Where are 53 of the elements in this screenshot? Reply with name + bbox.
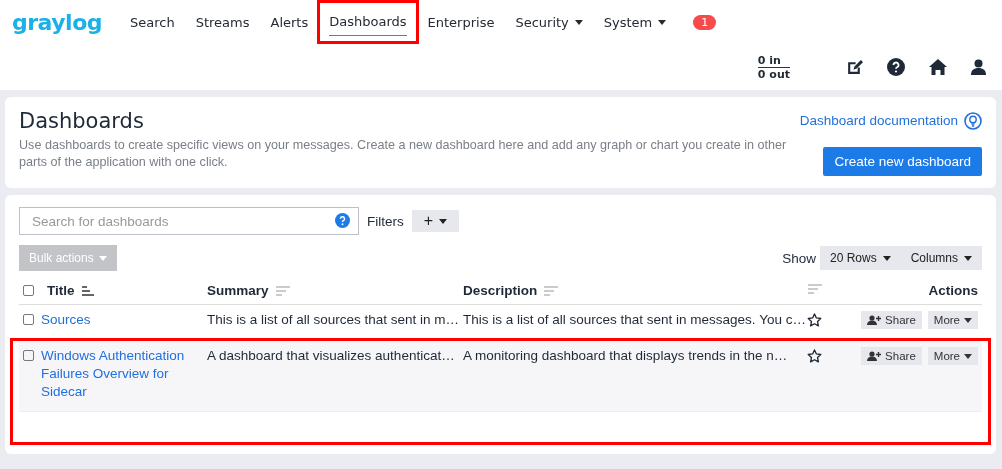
throughput-in: 0 in xyxy=(757,53,790,68)
add-filter-button[interactable]: + xyxy=(411,210,460,232)
nav-link[interactable]: Dashboards xyxy=(319,2,417,42)
select-all-checkbox[interactable] xyxy=(23,285,34,296)
table-row[interactable]: Windows Authentication Failures Overview for Sidecar A dashboard that visualizes authenticat… A monitoring dashboard that displays trends in the n… Share More xyxy=(19,341,982,412)
home-icon[interactable] xyxy=(929,59,947,75)
page-description: Use dashboards to create specific views on your messages. Create a new dashboard here and add any graph or chart you create in other parts of the application with one click. xyxy=(19,137,788,171)
nav-link[interactable]: Enterprise xyxy=(417,8,505,36)
create-dashboard-button[interactable]: Create new dashboard xyxy=(823,147,982,176)
nav-link[interactable]: System xyxy=(593,8,677,36)
caret-icon xyxy=(882,255,891,261)
lightbulb-icon xyxy=(964,112,982,130)
filters-label: Filters xyxy=(367,213,404,229)
caret-icon xyxy=(964,353,972,359)
dashboard-link[interactable]: Windows Authentication Failures Overview for Sidecar xyxy=(41,347,207,401)
more-button[interactable]: More xyxy=(927,311,978,329)
nav-link[interactable]: Alerts xyxy=(260,8,319,36)
column-header[interactable]: Description xyxy=(463,283,538,298)
row-checkbox[interactable] xyxy=(23,350,34,361)
row-checkbox[interactable] xyxy=(23,314,34,325)
help-icon[interactable] xyxy=(887,58,905,76)
caret-icon xyxy=(964,317,972,323)
nav-link[interactable]: Security xyxy=(505,8,593,36)
caret-icon xyxy=(439,218,448,224)
column-header: Actions xyxy=(928,283,978,298)
share-button[interactable]: Share xyxy=(861,347,922,365)
star-icon[interactable] xyxy=(807,349,822,363)
show-label: Show xyxy=(782,250,816,266)
nav-link[interactable]: Streams xyxy=(185,8,260,36)
star-icon[interactable] xyxy=(807,313,822,327)
more-button[interactable]: More xyxy=(927,347,978,365)
caret-icon xyxy=(964,255,972,261)
throughput-out: 0 out xyxy=(757,67,790,81)
column-header[interactable]: Title xyxy=(47,283,75,298)
dashboard-link[interactable]: Sources xyxy=(41,311,91,329)
edit-icon[interactable] xyxy=(846,58,863,76)
share-button[interactable]: Share xyxy=(861,311,922,329)
caret-icon xyxy=(98,255,107,261)
columns-button[interactable]: Columns xyxy=(900,246,982,270)
user-icon[interactable] xyxy=(971,59,986,75)
table-cell-text: A dashboard that visualizes authenticat… xyxy=(207,347,456,365)
page-title: Dashboards xyxy=(19,109,145,133)
table-cell-text: A monitoring dashboard that displays trends in the n… xyxy=(463,347,789,365)
rows-per-page-button[interactable]: 20 Rows xyxy=(819,246,901,270)
table-cell-text: This is a list of all sources that sent in m… xyxy=(207,311,461,329)
add-user-icon xyxy=(867,315,882,325)
documentation-link[interactable]: Dashboard documentation xyxy=(799,112,982,130)
add-user-icon xyxy=(867,351,882,361)
sort-icon[interactable] xyxy=(80,284,95,297)
nav-link[interactable]: Search xyxy=(120,8,185,36)
column-header[interactable]: Summary xyxy=(207,283,269,298)
table-cell: This is a list of all sources that sent in messages. You c… xyxy=(463,311,807,329)
search-field[interactable]: Search for dashboards xyxy=(19,207,359,235)
